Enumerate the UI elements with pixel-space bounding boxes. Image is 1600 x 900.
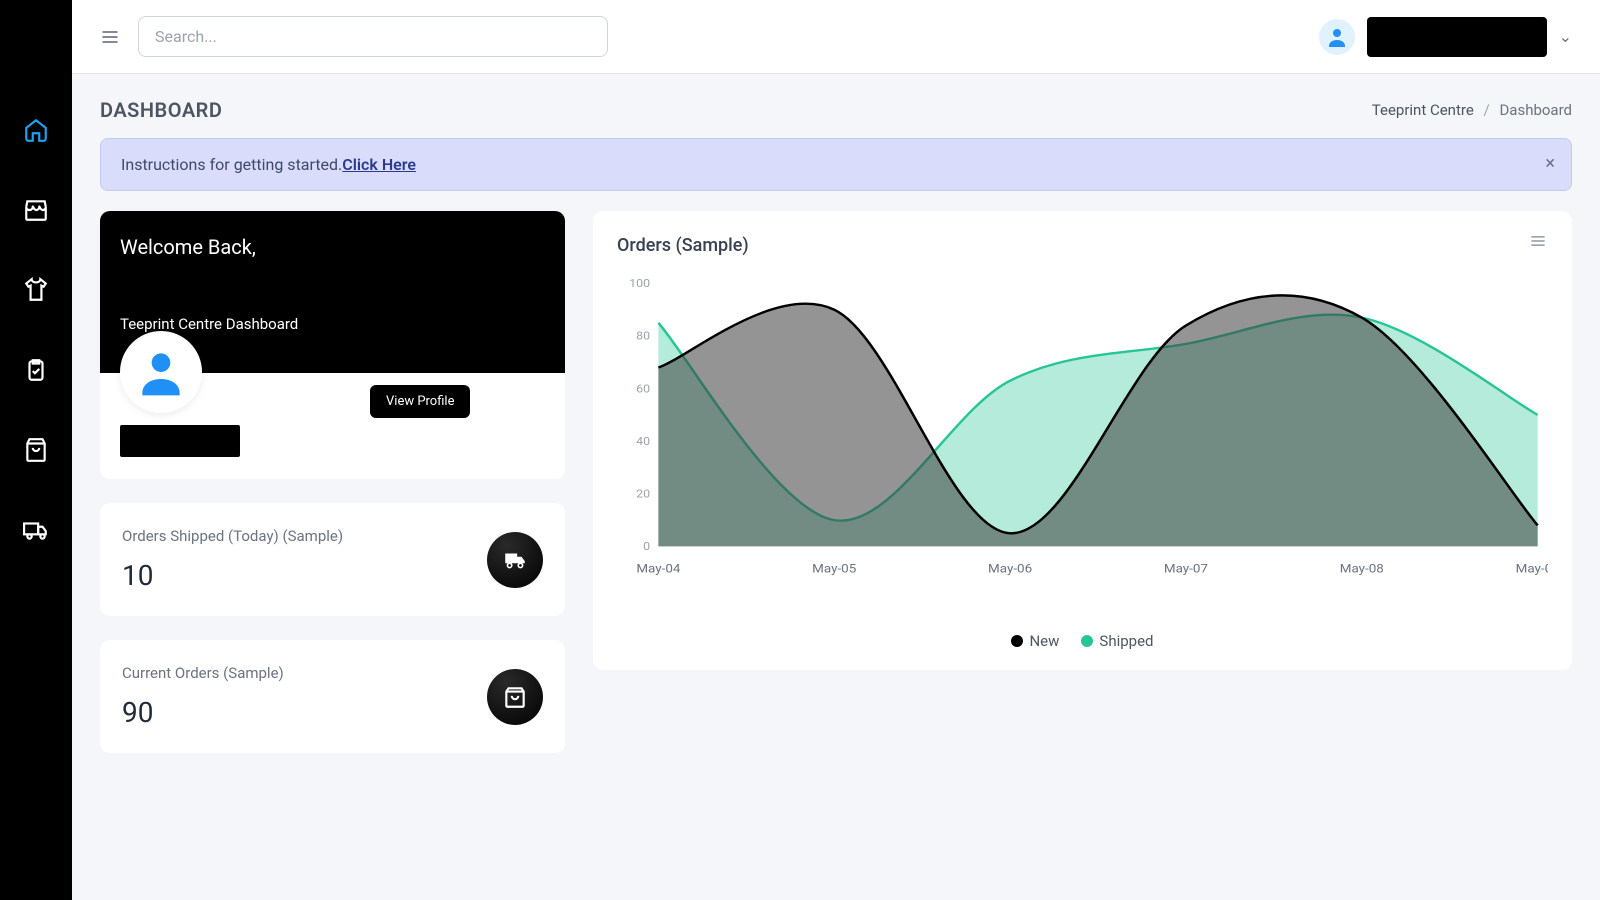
truck-icon — [23, 517, 49, 543]
alert-banner: Instructions for getting started. Click … — [100, 138, 1572, 191]
avatar-small — [1319, 19, 1355, 55]
sidebar-item-home[interactable] — [16, 110, 56, 150]
stat-card-current-orders: Current Orders (Sample) 90 — [100, 640, 565, 753]
shirt-icon — [23, 277, 49, 303]
stat-card-shipped-today: Orders Shipped (Today) (Sample) 10 — [100, 503, 565, 616]
svg-text:60: 60 — [636, 382, 650, 395]
page-title: DASHBOARD — [100, 98, 222, 122]
sidebar-item-store[interactable] — [16, 190, 56, 230]
svg-text:80: 80 — [636, 329, 650, 342]
chart-body: 0 20 40 60 80 100 May-04 May-05 May-06 May-07 May-… — [617, 274, 1548, 624]
content: DASHBOARD Teeprint Centre / Dashboard In… — [72, 74, 1600, 900]
dashboard-grid: Welcome Back, Teeprint Centre Dashboard … — [100, 211, 1572, 753]
menu-icon — [100, 27, 120, 47]
svg-text:May-08: May-08 — [1340, 562, 1384, 576]
chart-legend: New Shipped — [617, 632, 1548, 650]
sidebar-item-orders[interactable] — [16, 350, 56, 390]
legend-label-shipped: Shipped — [1099, 632, 1153, 650]
sidebar-item-shopping[interactable] — [16, 430, 56, 470]
right-column: Orders (Sample) 0 20 40 60 80 100 May-04 May-05… — [593, 211, 1572, 753]
shopping-bag-icon — [502, 684, 528, 710]
svg-text:May-06: May-06 — [988, 562, 1032, 576]
stat-value: 10 — [122, 559, 343, 592]
svg-text:May-05: May-05 — [812, 562, 856, 576]
stat-icon-shipped — [487, 532, 543, 588]
welcome-bottom: View Profile — [100, 373, 565, 479]
svg-text:May-07: May-07 — [1164, 562, 1208, 576]
svg-text:May-04: May-04 — [636, 562, 680, 576]
menu-icon — [1528, 231, 1548, 251]
sidebar-item-products[interactable] — [16, 270, 56, 310]
welcome-subtitle: Teeprint Centre Dashboard — [120, 315, 545, 333]
legend-new[interactable]: New — [1011, 632, 1059, 650]
page-header: DASHBOARD Teeprint Centre / Dashboard — [100, 98, 1572, 122]
orders-chart: 0 20 40 60 80 100 May-04 May-05 May-06 May-07 May-… — [617, 274, 1548, 584]
stat-icon-orders — [487, 669, 543, 725]
welcome-title: Welcome Back, — [120, 235, 545, 259]
svg-text:100: 100 — [629, 277, 650, 290]
alert-text: Instructions for getting started. — [121, 155, 342, 174]
avatar — [120, 331, 202, 413]
legend-dot-shipped — [1081, 635, 1093, 647]
topbar-user-menu[interactable]: ⌄ — [1319, 17, 1572, 57]
breadcrumb: Teeprint Centre / Dashboard — [1372, 101, 1572, 119]
topbar: ⌄ — [72, 0, 1600, 74]
breadcrumb-parent[interactable]: Teeprint Centre — [1372, 101, 1474, 119]
svg-text:40: 40 — [636, 435, 650, 448]
username-redacted — [1367, 17, 1547, 57]
truck-icon — [502, 547, 528, 573]
store-icon — [23, 197, 49, 223]
chart-menu-button[interactable] — [1528, 231, 1548, 255]
main: ⌄ DASHBOARD Teeprint Centre / Dashboard … — [72, 0, 1600, 900]
svg-text:0: 0 — [643, 540, 650, 553]
stat-label: Current Orders (Sample) — [122, 664, 284, 682]
stat-label: Orders Shipped (Today) (Sample) — [122, 527, 343, 545]
view-profile-button[interactable]: View Profile — [370, 385, 470, 418]
legend-label-new: New — [1029, 632, 1059, 650]
clipboard-check-icon — [23, 357, 49, 383]
search-input[interactable] — [138, 16, 608, 57]
chart-title: Orders (Sample) — [617, 235, 1548, 256]
legend-shipped[interactable]: Shipped — [1081, 632, 1153, 650]
username-redacted-card — [120, 425, 240, 457]
svg-text:May-09: May-09 — [1516, 562, 1548, 576]
chart-card: Orders (Sample) 0 20 40 60 80 100 May-04 May-05… — [593, 211, 1572, 670]
breadcrumb-current: Dashboard — [1499, 101, 1572, 119]
alert-link[interactable]: Click Here — [342, 155, 416, 174]
sidebar-item-shipping[interactable] — [16, 510, 56, 550]
svg-text:20: 20 — [636, 487, 650, 500]
legend-dot-new — [1011, 635, 1023, 647]
user-icon — [133, 344, 189, 400]
chevron-down-icon[interactable]: ⌄ — [1559, 27, 1572, 46]
sidebar — [0, 0, 72, 900]
sidebar-toggle[interactable] — [100, 27, 120, 47]
user-icon — [1325, 25, 1349, 49]
close-icon[interactable]: × — [1545, 153, 1555, 174]
breadcrumb-separator: / — [1484, 101, 1490, 119]
shopping-bag-icon — [23, 437, 49, 463]
welcome-card: Welcome Back, Teeprint Centre Dashboard … — [100, 211, 565, 479]
stat-value: 90 — [122, 696, 284, 729]
left-column: Welcome Back, Teeprint Centre Dashboard … — [100, 211, 565, 753]
home-icon — [23, 117, 49, 143]
